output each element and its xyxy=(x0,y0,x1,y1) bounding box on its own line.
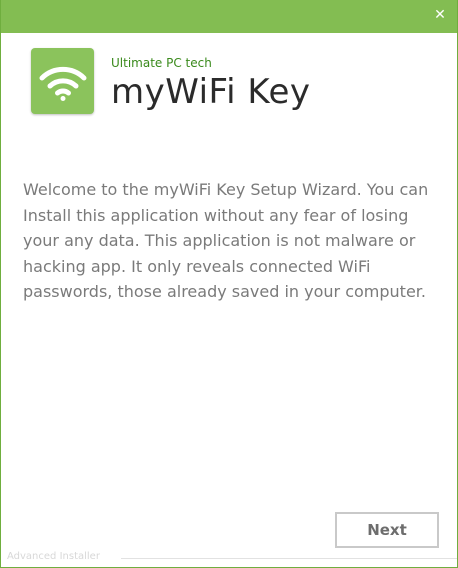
footer-divider xyxy=(121,558,457,559)
welcome-message: Welcome to the myWiFi Key Setup Wizard. … xyxy=(23,180,429,301)
app-title: myWiFi Key xyxy=(111,72,311,112)
company-name: Ultimate PC tech xyxy=(111,56,212,70)
setup-wizard-window: ✕ Ultimate PC tech myWiFi Key Welcome to… xyxy=(0,0,458,568)
close-button[interactable]: ✕ xyxy=(433,8,447,22)
next-button[interactable]: Next xyxy=(335,512,439,548)
close-icon: ✕ xyxy=(434,7,446,23)
installer-brand-label: Advanced Installer xyxy=(7,551,100,562)
wifi-icon xyxy=(39,66,87,101)
app-logo xyxy=(31,48,94,114)
title-bar[interactable]: ✕ xyxy=(1,0,457,33)
